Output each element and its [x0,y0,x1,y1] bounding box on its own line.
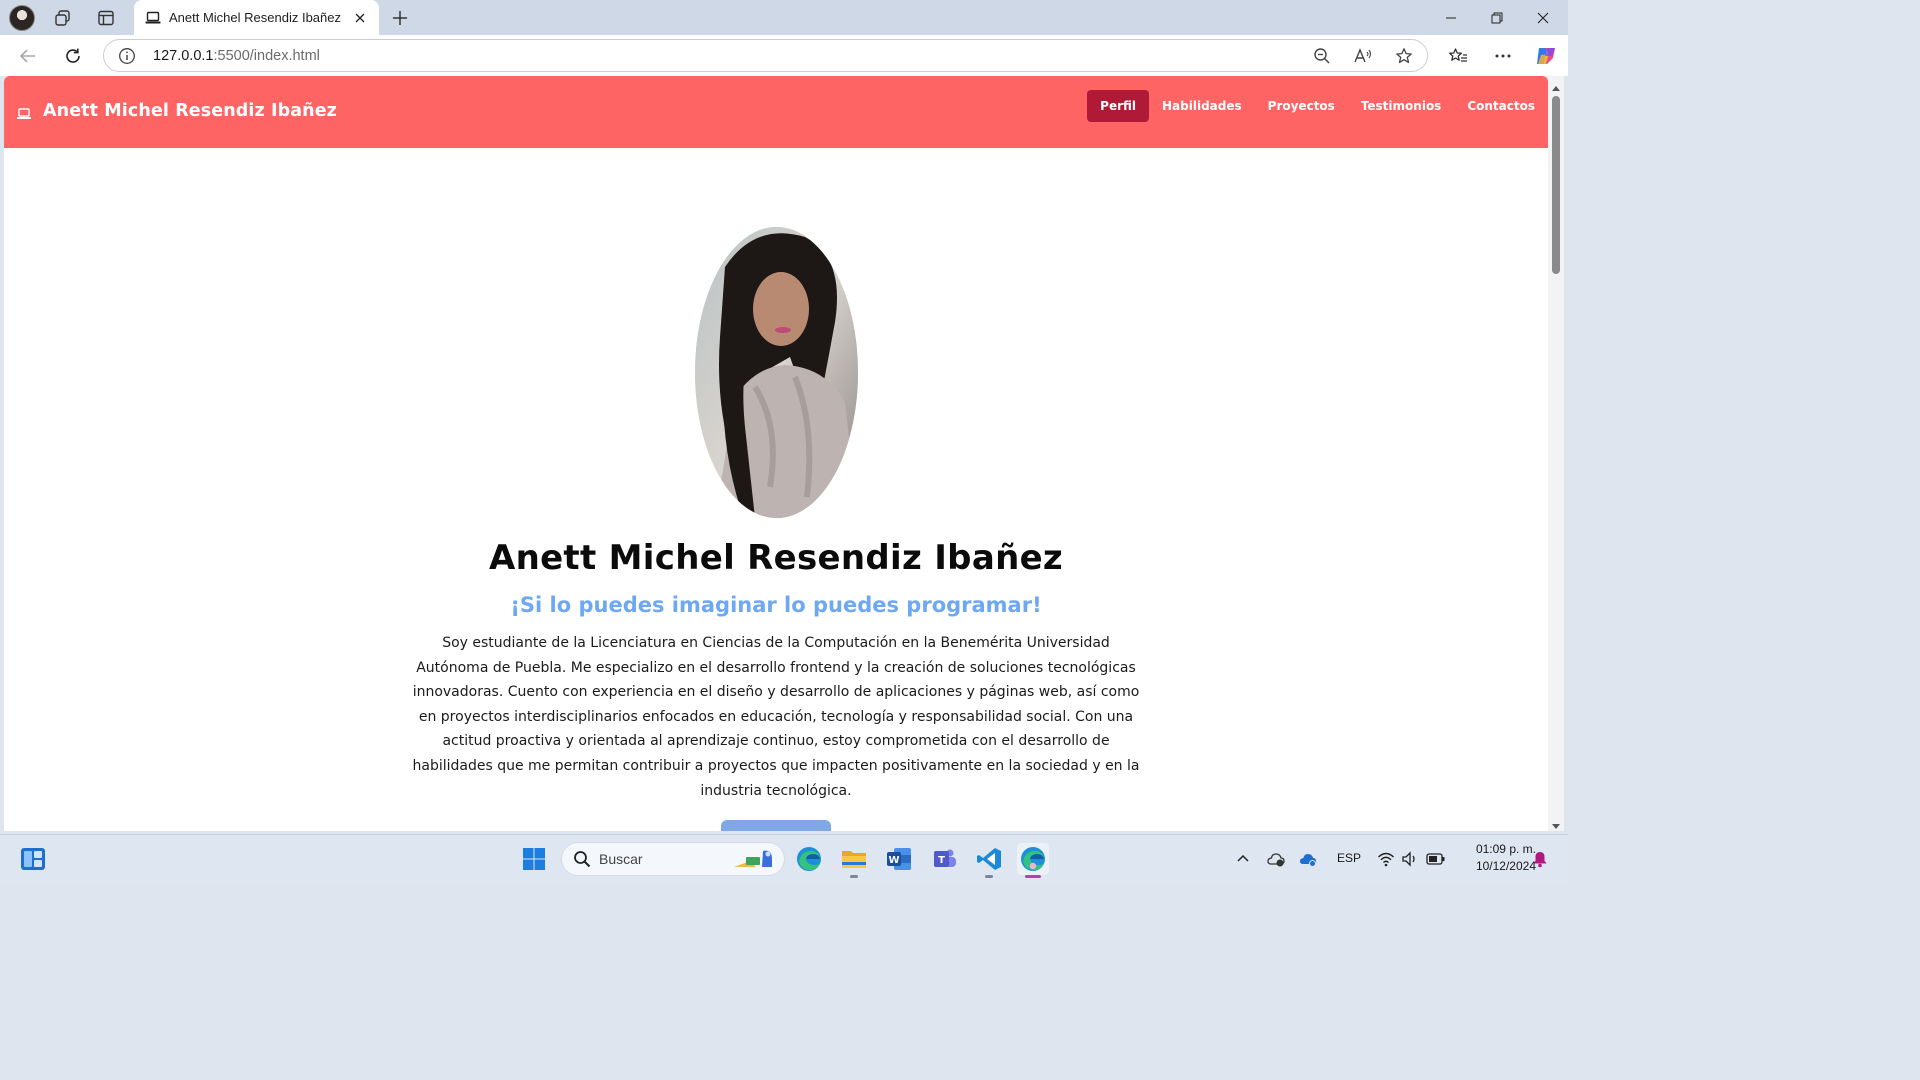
profile-action-button[interactable] [721,820,831,831]
bio-line: Autónoma de Puebla. Me especializo en el… [416,659,1136,676]
page-scrollbar[interactable] [1548,76,1564,831]
file-explorer-icon[interactable] [838,843,870,878]
clock-time: 01:09 p. m. [1475,842,1536,856]
svg-text:W: W [888,855,899,866]
nav-link-contactos[interactable]: Contactos [1454,90,1548,122]
profile-name: Anett Michel Resendiz Ibañez [488,538,1064,578]
site-navbar: Anett Michel Resendiz Ibañez Perfil Habi… [4,76,1548,148]
clock-date: 10/12/2024 [1475,859,1536,873]
windows-taskbar: Buscar W T ESP 01:09 p. m. 10/12/2024 [0,834,1568,882]
search-placeholder: Buscar [599,851,643,867]
word-icon[interactable]: W [883,843,915,875]
vscode-icon[interactable] [973,843,1005,878]
edge-icon[interactable] [793,843,825,875]
nav-link-habilidades[interactable]: Habilidades [1149,90,1255,122]
restore-icon[interactable] [1474,0,1520,35]
onedrive-icon[interactable] [1298,849,1318,869]
running-indicator [850,875,858,878]
site-nav-links: Perfil Habilidades Proyectos Testimonios… [1087,90,1548,122]
browser-tab-strip: Anett Michel Resendiz Ibañez [0,0,1568,35]
copilot-icon[interactable] [1531,41,1561,71]
widgets-icon[interactable] [17,843,49,875]
taskbar-search[interactable]: Buscar [561,842,785,876]
site-brand[interactable]: Anett Michel Resendiz Ibañez [17,101,337,121]
bio-line: Soy estudiante de la Licenciatura en Cie… [442,635,1110,651]
profile-tagline: ¡Si lo puedes imaginar lo puedes program… [510,593,1042,617]
profile-photo [695,227,858,518]
bio-line: habilidades que me permitan contribuir a… [412,757,1140,774]
url-path: :5500/index.html [213,48,320,64]
scrollbar-thumb[interactable] [1552,96,1560,274]
zoom-out-icon[interactable] [1310,44,1334,68]
favorites-icon[interactable] [1443,41,1473,71]
new-tab-plus-icon[interactable] [386,4,414,32]
info-icon[interactable] [118,47,136,65]
workspaces-icon[interactable] [49,4,77,32]
page-viewport: Anett Michel Resendiz Ibañez Perfil Habi… [4,76,1548,831]
bio-line: actitud proactiva y orientada al aprendi… [442,733,1110,750]
reload-icon[interactable] [58,41,88,71]
volume-icon[interactable] [1401,850,1419,868]
active-indicator [1025,875,1041,878]
url-host: 127.0.0.1 [153,48,214,64]
nav-link-testimonios[interactable]: Testimonios [1348,90,1455,122]
vertical-tabs-icon[interactable] [92,4,120,32]
search-highlight-icon [732,847,778,871]
running-indicator [985,875,993,878]
nav-link-proyectos[interactable]: Proyectos [1255,90,1348,122]
profile-avatar[interactable] [8,4,36,32]
back-arrow-icon[interactable] [13,41,43,71]
scroll-up-arrow-icon[interactable] [1551,79,1561,91]
windows-start-icon[interactable] [518,843,550,875]
star-icon[interactable] [1392,44,1416,68]
wifi-icon[interactable] [1377,850,1395,868]
cloud-sync-icon[interactable] [1266,849,1286,869]
tab-title: Anett Michel Resendiz Ibañez [169,10,341,25]
browser-toolbar: 127.0.0.1:5500/index.html [0,35,1568,76]
bio-line: innovadoras. Cuento con experiencia en e… [412,684,1140,701]
tab-active[interactable]: Anett Michel Resendiz Ibañez [134,0,379,35]
edge-active-icon[interactable] [1017,843,1049,878]
chevron-up-icon[interactable] [1235,851,1251,867]
notification-bell-icon[interactable] [1531,850,1549,868]
bio-line: industria tecnológica. [700,782,852,799]
laptop-icon [17,105,31,119]
brand-name: Anett Michel Resendiz Ibañez [43,101,337,121]
bio-line: en proyectos interdisciplinarios enfocad… [418,708,1134,725]
language-indicator[interactable]: ESP [1337,851,1361,865]
address-bar[interactable]: 127.0.0.1:5500/index.html [103,39,1428,72]
teams-icon[interactable]: T [928,843,960,875]
close-tab-icon[interactable] [349,7,371,29]
minimize-icon[interactable] [1428,0,1474,35]
scroll-down-arrow-icon[interactable] [1551,816,1561,829]
svg-text:T: T [938,855,945,866]
battery-icon[interactable] [1426,850,1446,868]
close-window-icon[interactable] [1520,0,1566,35]
profile-bio: Soy estudiante de la Licenciatura en Cie… [399,631,1153,803]
system-clock[interactable]: 01:09 p. m. 10/12/2024 [1448,841,1536,875]
laptop-icon [144,9,162,27]
nav-link-perfil[interactable]: Perfil [1087,90,1150,122]
more-icon[interactable] [1488,41,1518,71]
search-icon [573,850,591,868]
read-aloud-icon[interactable] [1351,44,1375,68]
url-text[interactable]: 127.0.0.1:5500/index.html [153,48,320,64]
